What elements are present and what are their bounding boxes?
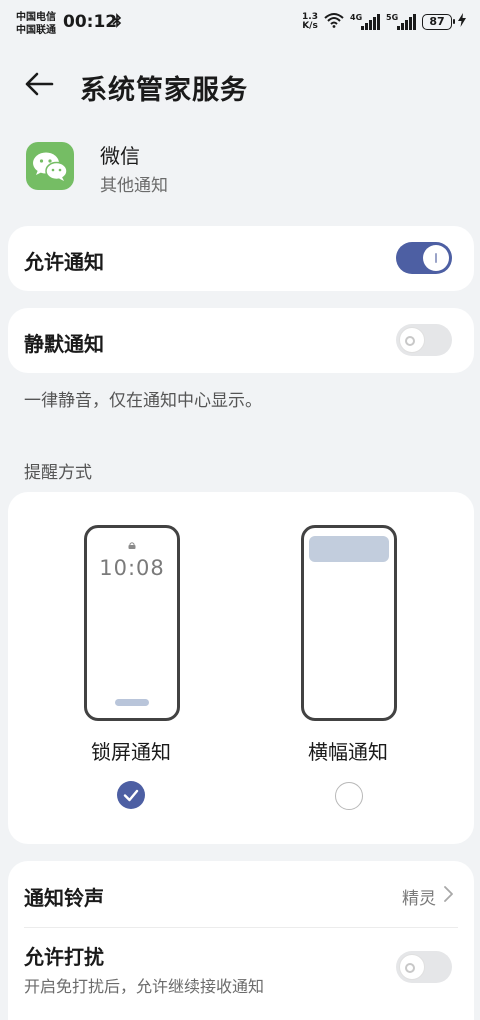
battery-icon: 87 <box>422 14 455 30</box>
back-button[interactable] <box>22 66 58 102</box>
network-speed: 1.3 K/s <box>302 12 318 31</box>
divider <box>24 927 458 928</box>
wifi-icon <box>324 12 344 32</box>
lock-icon <box>128 542 136 549</box>
status-bar: 中国电信 中国联通 00:12 1.3 K/s 4G 5G 87 <box>0 0 480 46</box>
silent-notifications-label: 静默通知 <box>24 332 104 356</box>
toggle-knob <box>399 327 425 353</box>
status-icons: 1.3 K/s 4G 5G 87 <box>302 12 466 32</box>
silent-notifications-hint: 一律静音，仅在通知中心显示。 <box>24 391 262 411</box>
back-arrow-icon <box>25 72 54 96</box>
chevron-right-icon <box>444 886 453 902</box>
bluetooth-icon <box>112 13 122 32</box>
lock-screen-time: 10:08 <box>99 556 165 580</box>
sound-settings-card: 通知铃声 精灵 允许打扰 开启免打扰后，允许继续接收通知 <box>8 861 474 1020</box>
silent-notifications-toggle[interactable] <box>396 324 452 356</box>
signal-sim1-icon: 4G <box>350 13 380 30</box>
reminder-section-title: 提醒方式 <box>24 463 92 483</box>
ringtone-label: 通知铃声 <box>24 886 104 910</box>
reminder-mode-card: 10:08 锁屏通知 横幅通知 <box>8 492 474 844</box>
status-time: 00:12 <box>63 12 118 32</box>
banner-radio[interactable] <box>335 782 363 810</box>
check-icon <box>123 789 139 802</box>
allow-disturb-label: 允许打扰 <box>24 945 104 969</box>
ringtone-value: 精灵 <box>402 889 436 909</box>
banner-label[interactable]: 横幅通知 <box>278 736 418 765</box>
toggle-knob <box>399 954 425 980</box>
lock-screen-label[interactable]: 锁屏通知 <box>61 736 201 765</box>
allow-notifications-toggle[interactable] <box>396 242 452 274</box>
allow-disturb-toggle[interactable] <box>396 951 452 983</box>
signal-sim2-icon: 5G <box>386 13 416 30</box>
ringtone-row[interactable]: 通知铃声 精灵 <box>8 861 474 927</box>
page-title: 系统管家服务 <box>80 75 248 106</box>
toggle-knob <box>423 245 449 271</box>
lock-screen-radio[interactable] <box>117 781 145 809</box>
carrier-1: 中国电信 <box>16 12 56 23</box>
carrier-names: 中国电信 中国联通 <box>16 11 56 37</box>
lock-screen-preview[interactable]: 10:08 <box>84 525 180 721</box>
banner-preview[interactable] <box>301 525 397 721</box>
wechat-app-icon <box>26 142 74 190</box>
allow-disturb-subtitle: 开启免打扰后，允许继续接收通知 <box>24 977 265 996</box>
allow-notifications-label: 允许通知 <box>24 250 104 274</box>
allow-notifications-card: 允许通知 <box>8 226 474 291</box>
carrier-2: 中国联通 <box>16 25 56 36</box>
banner-bar <box>309 536 389 562</box>
app-name: 微信 <box>100 144 140 168</box>
silent-notifications-card: 静默通知 <box>8 308 474 373</box>
app-subtitle: 其他通知 <box>100 176 168 196</box>
charging-icon <box>458 13 466 31</box>
notification-pill <box>115 699 149 706</box>
